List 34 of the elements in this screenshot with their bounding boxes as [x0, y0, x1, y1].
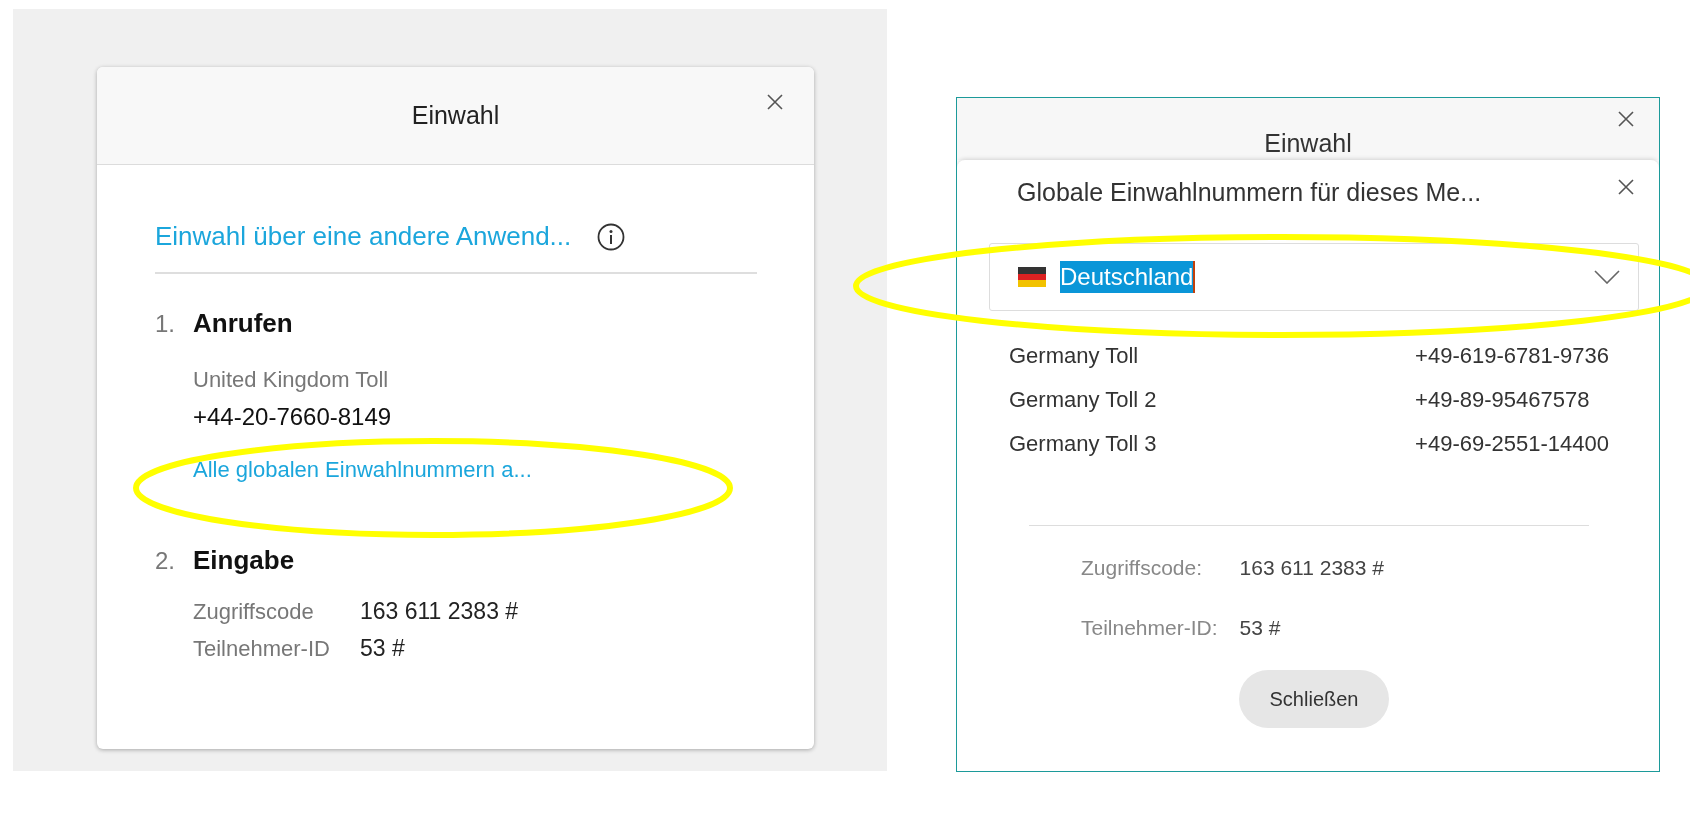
field-value: 163 611 2383 # — [359, 598, 519, 625]
phone-number: +49-619-6781-9736 — [1415, 343, 1609, 369]
step-number: 1. — [155, 310, 176, 338]
info-icon[interactable] — [597, 222, 626, 251]
background-dialog-title: Einwahl — [1264, 128, 1352, 158]
phone-number: +44-20-7660-8149 — [193, 403, 393, 431]
number-name: Germany Toll 2 — [1009, 387, 1158, 413]
field-label: Zugriffscode: — [1081, 556, 1203, 580]
field-label: Zugriffscode — [193, 599, 315, 625]
close-dialog-button[interactable]: Schließen — [1239, 670, 1389, 728]
field-value: 163 611 2383 # — [1239, 556, 1384, 580]
step-title: Eingabe — [193, 545, 295, 576]
country-dropdown[interactable]: Deutschland — [989, 243, 1639, 311]
field-label: Teilnehmer-ID — [193, 636, 330, 662]
step-title: Anrufen — [193, 308, 293, 339]
country-label: United Kingdom Toll — [193, 367, 390, 393]
chevron-down-icon — [1594, 270, 1620, 284]
close-icon — [1618, 179, 1634, 195]
number-name: Germany Toll 3 — [1009, 431, 1158, 457]
global-numbers-link[interactable]: Alle globalen Einwahlnummern a... — [193, 457, 757, 483]
close-icon — [767, 94, 783, 110]
field-value: 53 # — [359, 635, 406, 662]
dialog-title: Einwahl — [411, 101, 500, 130]
phone-number: +49-89-95467578 — [1415, 387, 1591, 413]
flag-icon — [1018, 267, 1046, 287]
alternate-app-link[interactable]: Einwahl über eine andere Anwend... — [155, 221, 572, 252]
phone-number: +49-69-2551-14400 — [1415, 431, 1609, 457]
dialog-title: Globale Einwahlnummern für dieses Me... — [1017, 178, 1482, 207]
field-label: Teilnehmer-ID: — [1081, 616, 1218, 640]
selected-text: Deutschland — [1060, 261, 1196, 293]
field-value: 53 # — [1239, 616, 1282, 640]
close-icon — [1618, 111, 1634, 127]
step-number: 2. — [155, 547, 176, 575]
number-name: Germany Toll — [1009, 343, 1140, 369]
